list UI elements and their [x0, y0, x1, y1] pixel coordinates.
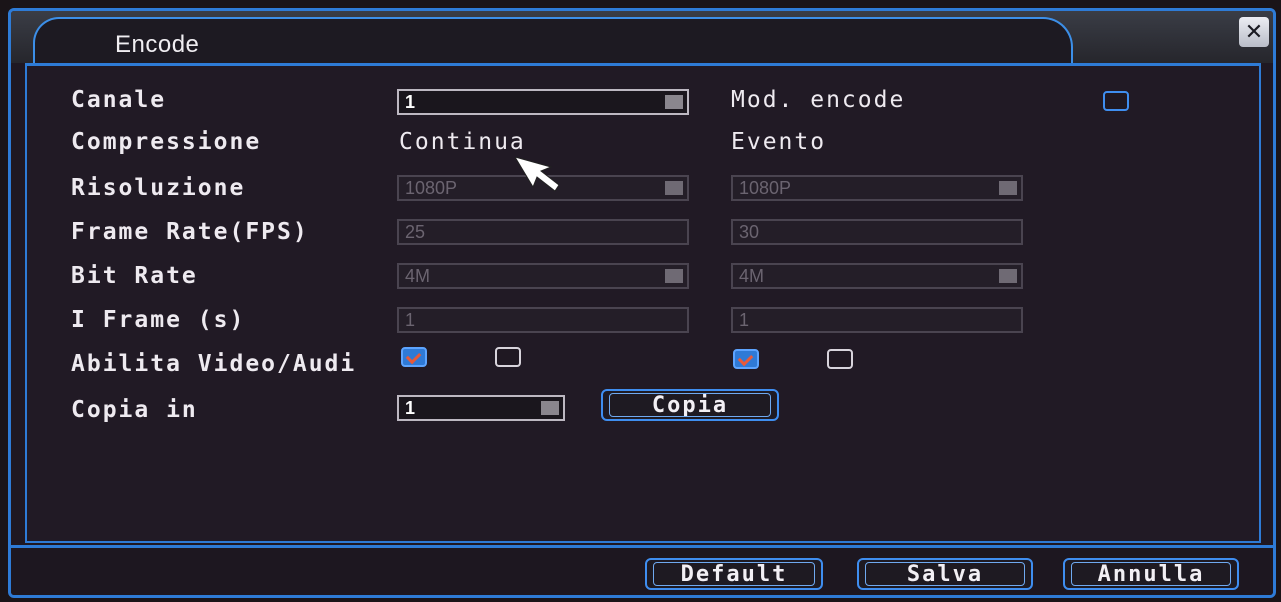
- copia-in-value: 1: [405, 398, 416, 418]
- default-button[interactable]: Default: [645, 558, 823, 590]
- i-frame-evento-field[interactable]: 1: [731, 307, 1023, 333]
- bit-rate-continua-value: 4M: [405, 266, 431, 286]
- copia-button[interactable]: Copia: [601, 389, 779, 421]
- frame-rate-label: Frame Rate(FPS): [71, 219, 309, 245]
- bit-rate-evento-value: 4M: [739, 266, 765, 286]
- mod-encode-label: Mod. encode: [731, 87, 906, 113]
- canale-select[interactable]: 1: [397, 89, 689, 115]
- salva-button[interactable]: Salva: [857, 558, 1033, 590]
- bit-rate-continua-select[interactable]: 4M: [397, 263, 689, 289]
- canale-label: Canale: [71, 87, 167, 113]
- risoluzione-evento-value: 1080P: [739, 178, 792, 198]
- risoluzione-evento-select[interactable]: 1080P: [731, 175, 1023, 201]
- button-inner-border: [1071, 562, 1231, 586]
- frame-rate-continua-field[interactable]: 25: [397, 219, 689, 245]
- bit-rate-evento-select[interactable]: 4M: [731, 263, 1023, 289]
- chevron-down-icon: [999, 181, 1017, 195]
- copia-in-select[interactable]: 1: [397, 395, 565, 421]
- i-frame-continua-field[interactable]: 1: [397, 307, 689, 333]
- frame-rate-continua-value: 25: [405, 222, 426, 242]
- i-frame-continua-value: 1: [405, 310, 416, 330]
- dialog-footer: Default Salva Annulla: [11, 545, 1273, 595]
- copia-in-label: Copia in: [71, 397, 198, 423]
- chevron-down-icon: [999, 269, 1017, 283]
- button-inner-border: [653, 562, 815, 586]
- title-bar: Encode ✕: [11, 11, 1273, 65]
- mouse-cursor-icon: [515, 157, 559, 192]
- button-inner-border: [865, 562, 1025, 586]
- frame-rate-evento-field[interactable]: 30: [731, 219, 1023, 245]
- compressione-label: Compressione: [71, 129, 262, 155]
- frame-rate-evento-value: 30: [739, 222, 760, 242]
- bit-rate-label: Bit Rate: [71, 263, 198, 289]
- continua-header: Continua: [399, 129, 526, 155]
- button-inner-border: [609, 393, 771, 417]
- chevron-down-icon: [665, 269, 683, 283]
- abilita-label: Abilita Video/Audi: [71, 351, 357, 377]
- chevron-down-icon: [541, 401, 559, 415]
- evento-header: Evento: [731, 129, 827, 155]
- chevron-down-icon: [665, 95, 683, 109]
- chevron-down-icon: [665, 181, 683, 195]
- canale-value: 1: [405, 92, 416, 112]
- close-icon[interactable]: ✕: [1239, 17, 1269, 47]
- dialog-title: Encode: [115, 31, 200, 58]
- continua-video-checkbox[interactable]: [401, 347, 427, 367]
- evento-audio-checkbox[interactable]: [827, 349, 853, 369]
- encode-dialog: Encode ✕ Canale 1 Mod. encode Compressio…: [8, 8, 1276, 598]
- annulla-button[interactable]: Annulla: [1063, 558, 1239, 590]
- mod-encode-checkbox[interactable]: [1103, 91, 1129, 111]
- continua-audio-checkbox[interactable]: [495, 347, 521, 367]
- risoluzione-continua-value: 1080P: [405, 178, 458, 198]
- i-frame-evento-value: 1: [739, 310, 750, 330]
- title-tab: Encode: [33, 17, 1073, 65]
- risoluzione-label: Risoluzione: [71, 175, 246, 201]
- evento-video-checkbox[interactable]: [733, 349, 759, 369]
- i-frame-label: I Frame (s): [71, 307, 246, 333]
